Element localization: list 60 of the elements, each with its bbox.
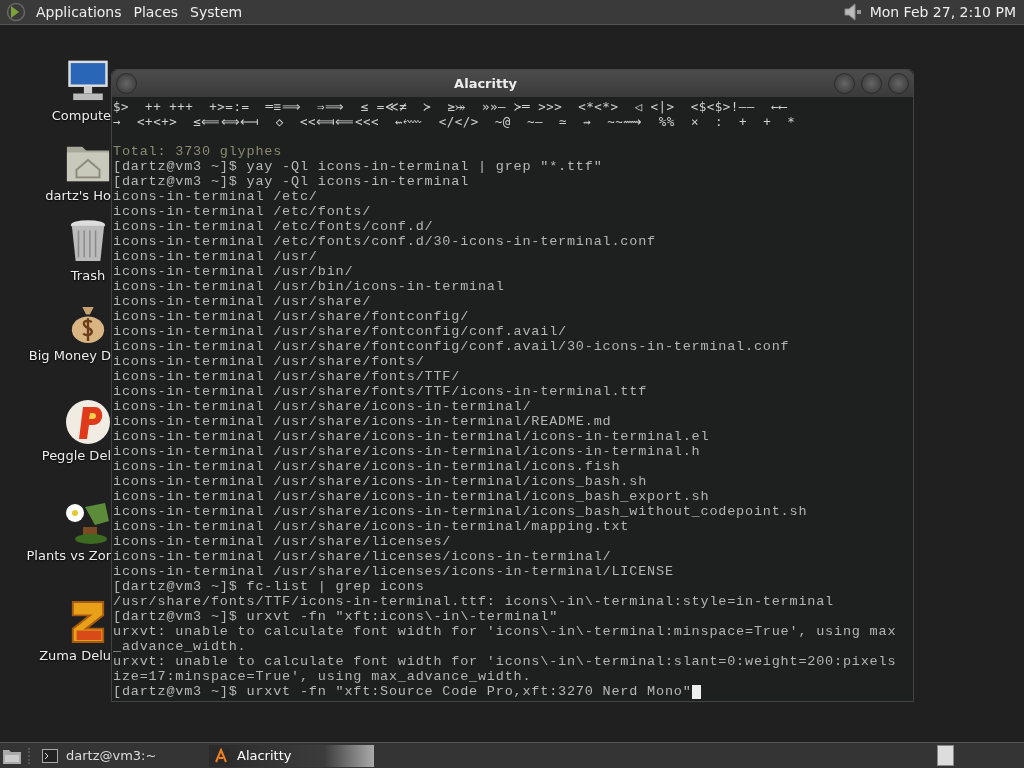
peggle-logo-icon[interactable] [65, 399, 111, 445]
desktop-icon-label[interactable]: Big Money D [28, 348, 111, 363]
terminal-line: icons-in-terminal /usr/share/icons-in-terminal/icons-in-terminal.el [113, 429, 710, 444]
desktop-icon-label[interactable]: Plants vs Zor [26, 548, 111, 563]
terminal-line: icons-in-terminal /usr/share/icons-in-terminal/icons.fish [113, 459, 621, 474]
alacritty-logo-icon [213, 747, 229, 764]
terminal-line: icons-in-terminal /usr/share/fontconfig/conf.avail/ [113, 324, 567, 339]
taskbar-button[interactable]: dartz@vm3:~ [38, 744, 203, 767]
terminal-line: [dartz@vm3 ~]$ urxvt -fn "xft:Source Code Pro,xft:3270 Nerd Mono" [113, 684, 692, 699]
window-title: Alacritty [453, 76, 518, 91]
terminal-line: $> ++ +++ +>=:= ═≡⟹ ⇒⟹ ≤ =≪≠ ≻ ≥⤖ »»— ≻═ >>> <*<*> ◁ <|> <$<$>!—— ←⟵ [113, 99, 787, 114]
desktop-icon-label[interactable]: Trash [65, 268, 111, 283]
terminal-line: icons-in-terminal /usr/bin/icons-in-terminal [113, 279, 505, 294]
terminal-line: icons-in-terminal /etc/ [113, 189, 318, 204]
terminal-line: /usr/share/fonts/TTF/icons-in-terminal.ttf: icons\-in\-terminal:style=in-terminal [113, 594, 834, 609]
panel-menu[interactable]: Applications [32, 4, 130, 20]
terminal-line: icons-in-terminal /usr/bin/ [113, 264, 354, 279]
terminal-line: icons-in-terminal /etc/fonts/conf.d/30-icons-in-terminal.conf [113, 234, 656, 249]
menu-logo-icon[interactable] [6, 2, 26, 22]
terminal-line: [dartz@vm3 ~]$ fc-list | grep icons [113, 579, 425, 594]
terminal-line: → <+<+> ≤⟸⟺⟻ ◇ <<⟽⟸<<< ⇜⬳ </</> ~@ ~– ≃ ⇝ ~~⟿ %% × : + + * [113, 114, 796, 129]
desktop-icon-label[interactable]: dartz's Ho [45, 188, 111, 203]
terminal-line: urxvt: unable to calculate font width for 'icons\-in\-terminal:slant=0:weight=200:pixels [113, 654, 897, 669]
terminal-line: icons-in-terminal /usr/share/icons-in-terminal/mapping.txt [113, 519, 630, 534]
terminal-line: icons-in-terminal /usr/share/fontconfig/ [113, 309, 470, 324]
terminal-line: icons-in-terminal /usr/share/licenses/ [113, 534, 452, 549]
taskbar-button[interactable]: Alacritty [209, 744, 374, 767]
workspace-switcher[interactable] [937, 745, 954, 766]
panel-menu[interactable]: System [186, 4, 251, 20]
terminal-line: ize=17:minspace=True', using max_advance_width. [113, 669, 532, 684]
terminal-line: icons-in-terminal /usr/share/licenses/icons-in-terminal/LICENSE [113, 564, 674, 579]
terminal-line: icons-in-terminal /usr/ [113, 249, 318, 264]
terminal-line: icons-in-terminal /usr/share/icons-in-terminal/icons_bash.sh [113, 474, 648, 489]
terminal-line: icons-in-terminal /usr/share/icons-in-terminal/icons_bash_export.sh [113, 489, 710, 504]
terminal-line: icons-in-terminal /usr/share/ [113, 294, 372, 309]
terminal-line: icons-in-terminal /usr/share/licenses/icons-in-terminal/ [113, 549, 612, 564]
terminal-icon [42, 748, 58, 763]
terminal-line: [dartz@vm3 ~]$ yay -Ql icons-in-terminal [113, 174, 470, 189]
desktop-icon-label[interactable]: Compute [51, 108, 111, 123]
terminal-line: icons-in-terminal /usr/share/fonts/TTF/ [113, 369, 461, 384]
zuma-logo-icon[interactable] [69, 599, 107, 645]
terminal-line: icons-in-terminal /usr/share/fontconfig/conf.avail/30-icons-in-terminal.conf [113, 339, 790, 354]
volume-icon[interactable] [841, 1, 864, 23]
terminal-line: _advance_width. [113, 639, 247, 654]
terminal-line: icons-in-terminal /usr/share/fonts/TTF/icons-in-terminal.ttf [113, 384, 648, 399]
terminal-line: icons-in-terminal /usr/share/fonts/ [113, 354, 425, 369]
terminal-line: icons-in-terminal /etc/fonts/conf.d/ [113, 219, 434, 234]
panel-menu[interactable]: Places [129, 4, 187, 20]
terminal-line: urxvt: unable to calculate font width for 'icons\-in\-terminal:minspace=True', using max [113, 624, 897, 639]
desktop-icon-label[interactable]: Peggle Del [41, 448, 111, 463]
terminal-line: [dartz@vm3 ~]$ yay -Ql icons-in-terminal | grep "*.ttf" [113, 159, 603, 174]
terminal-line: icons-in-terminal /usr/share/icons-in-terminal/ [113, 399, 532, 414]
terminal-line: icons-in-terminal /usr/share/icons-in-terminal/icons_bash_without_codepoint.sh [113, 504, 808, 519]
terminal-line: icons-in-terminal /usr/share/icons-in-terminal/icons-in-terminal.h [113, 444, 701, 459]
terminal-line: [dartz@vm3 ~]$ urxvt -fn "xft:icons\-in\-terminal" [113, 609, 559, 624]
terminal-line: icons-in-terminal /etc/fonts/ [113, 204, 372, 219]
terminal-line: icons-in-terminal /usr/share/icons-in-terminal/README.md [113, 414, 612, 429]
terminal-line: Total: 3730 glyphes [113, 144, 283, 159]
clock[interactable]: Mon Feb 27, 2:10 PM [869, 4, 1018, 20]
desktop-icon-label[interactable]: Zuma Delu [39, 648, 111, 663]
